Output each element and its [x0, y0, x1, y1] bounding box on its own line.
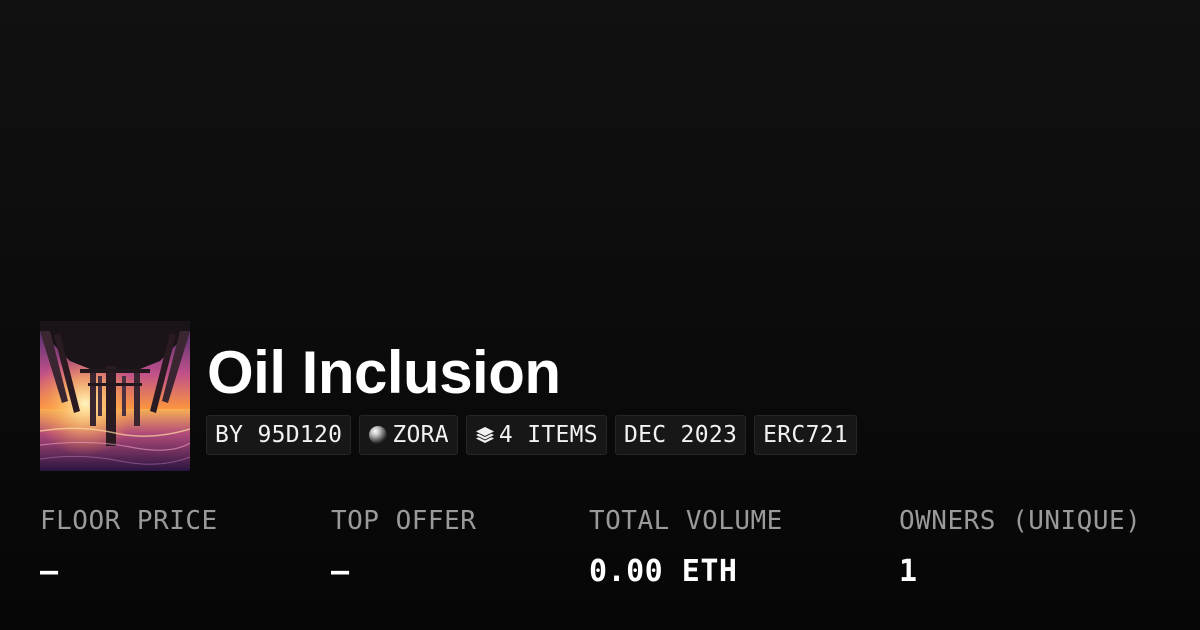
zora-orb-icon [368, 425, 388, 445]
creator-tag-label: BY 95D120 [215, 422, 343, 448]
standard-tag-label: ERC721 [763, 422, 849, 448]
total-volume-label: TOTAL VOLUME [589, 506, 783, 536]
owners-stat: OWNERS (UNIQUE) 1 [899, 505, 1141, 589]
collection-title: Oil Inclusion [207, 339, 561, 406]
items-count-tag[interactable]: 4 ITEMS [465, 415, 607, 455]
chain-tag-label: ZORA [392, 422, 449, 448]
top-offer-label: TOP OFFER [331, 506, 477, 536]
pier-sunset-image [40, 321, 190, 471]
items-count-label: 4 ITEMS [498, 422, 598, 448]
owners-label: OWNERS (UNIQUE) [899, 506, 1142, 536]
floor-price-stat: FLOOR PRICE – [40, 505, 218, 589]
collection-tags: BY 95D120 ZORA 4 ITEMS DEC 2023 ERC721 [206, 415, 858, 455]
floor-price-value: – [40, 554, 59, 589]
top-offer-value: – [331, 554, 350, 589]
chain-tag[interactable]: ZORA [359, 415, 458, 455]
total-volume-stat: TOTAL VOLUME 0.00 ETH [589, 505, 783, 589]
date-tag-label: DEC 2023 [623, 422, 738, 448]
layers-icon [475, 425, 495, 445]
creator-tag[interactable]: BY 95D120 [206, 415, 352, 455]
top-offer-stat: TOP OFFER – [331, 505, 476, 589]
date-tag[interactable]: DEC 2023 [614, 415, 747, 455]
standard-tag[interactable]: ERC721 [754, 415, 858, 455]
owners-value: 1 [899, 554, 918, 589]
collection-thumbnail[interactable] [40, 321, 190, 471]
total-volume-value: 0.00 ETH [589, 554, 738, 589]
collection-card: Oil Inclusion BY 95D120 ZORA 4 ITEMS DEC… [0, 0, 1200, 630]
floor-price-label: FLOOR PRICE [40, 506, 218, 536]
